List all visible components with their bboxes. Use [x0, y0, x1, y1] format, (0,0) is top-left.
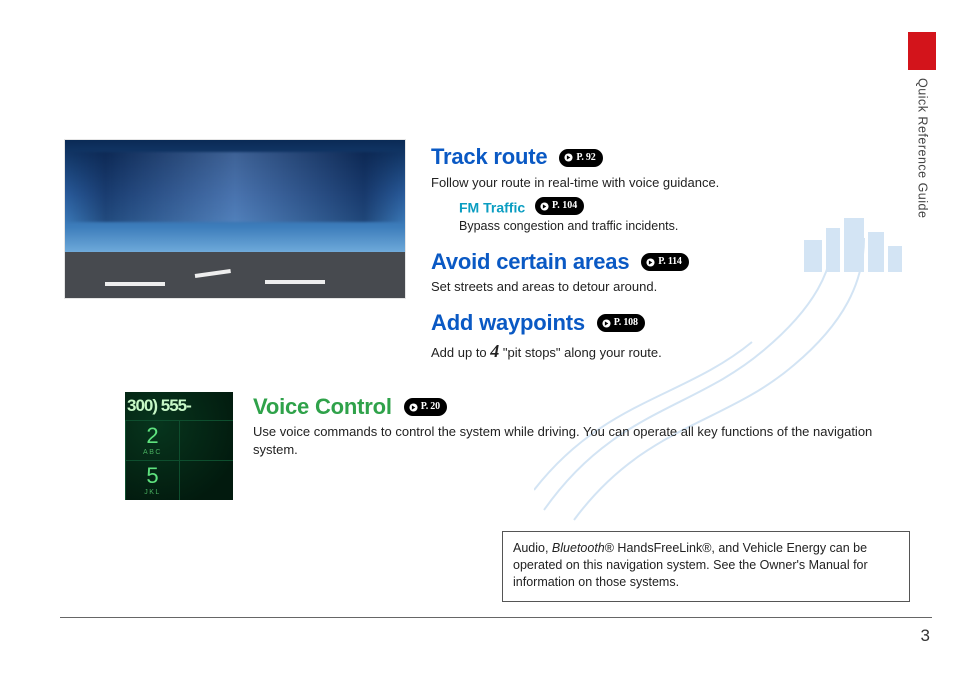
page-ref-track[interactable]: P. 92 [559, 149, 602, 167]
page-ref-waypoints[interactable]: P. 108 [597, 314, 645, 332]
footnote-box: Audio, Bluetooth® HandsFreeLink®, and Ve… [502, 531, 910, 602]
voice-desc: Use voice commands to control the system… [253, 423, 914, 458]
page-number: 3 [921, 625, 930, 648]
footer-rule [60, 617, 932, 618]
page-ref-voice[interactable]: P. 20 [404, 398, 447, 416]
waypoints-desc: Add up to 4 "pit stops" along your route… [431, 339, 914, 363]
keypad-image: 300) 555- 2ABC 5JKL [125, 392, 233, 500]
avoid-desc: Set streets and areas to detour around. [431, 278, 914, 296]
side-title: Quick Reference Guide [908, 78, 936, 278]
page-ref-avoid[interactable]: P. 114 [641, 253, 688, 271]
page-ref-fm[interactable]: P. 104 [535, 197, 584, 215]
heading-avoid-areas: Avoid certain areas P. 114 [431, 247, 914, 277]
heading-fm-traffic: FM Traffic P. 104 [459, 197, 914, 217]
fm-desc: Bypass congestion and traffic incidents. [459, 218, 914, 235]
track-desc: Follow your route in real-time with voic… [431, 174, 914, 192]
heading-voice-control: Voice Control P. 20 [253, 392, 914, 422]
heading-track-route: Track route P. 92 [431, 142, 914, 172]
highway-image [65, 140, 405, 298]
heading-add-waypoints: Add waypoints P. 108 [431, 308, 914, 338]
section-tab [908, 32, 936, 70]
